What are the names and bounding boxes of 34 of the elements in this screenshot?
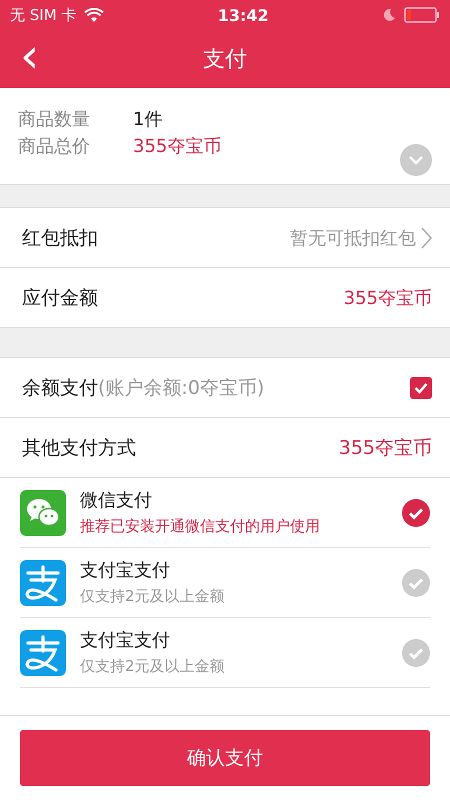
option-note: 仅支持2元及以上金额: [80, 656, 226, 676]
row-value: 暂无可抵扣红包: [290, 226, 416, 250]
balance-label: 余额支付(账户余额:0夺宝币): [22, 376, 264, 400]
status-time: 13:42: [218, 6, 269, 24]
summary-label: 商品总价: [18, 135, 91, 159]
page-title: 支付: [203, 46, 247, 74]
wifi-icon: [84, 8, 104, 22]
payment-option[interactable]: 微信支付 推荐已安装开通微信支付的用户使用: [20, 478, 430, 548]
payment-option[interactable]: 支付宝支付 仅支持2元及以上金额: [20, 618, 430, 688]
confirm-button[interactable]: 确认支付: [20, 730, 430, 786]
payment-app-icon: [20, 560, 66, 606]
option-note: 推荐已安装开通微信支付的用户使用: [80, 516, 321, 536]
checkmark-icon: [414, 382, 428, 394]
summary-value: 355夺宝币: [133, 135, 222, 159]
moon-icon: [382, 8, 396, 22]
payment-app-icon: [20, 630, 66, 676]
row-value: 355夺宝币: [338, 436, 432, 460]
row-value: 355夺宝币: [344, 286, 432, 310]
chevron-right-icon: [420, 226, 432, 250]
carrier-label: 无 SIM 卡: [10, 6, 76, 24]
option-note: 仅支持2元及以上金额: [80, 586, 226, 606]
chat-bubbles-icon: [20, 490, 66, 536]
summary-label: 商品数量: [18, 108, 91, 132]
row-label: 其他支付方式: [22, 436, 136, 460]
row-label: 应付金额: [22, 286, 98, 310]
battery-icon: [404, 7, 440, 23]
balance-checkbox[interactable]: [410, 376, 432, 398]
option-name: 微信支付: [80, 488, 153, 512]
summary-value: 1件: [133, 108, 162, 132]
option-name: 支付宝支付: [80, 558, 171, 582]
back-button[interactable]: ‹: [16, 34, 44, 78]
payment-option[interactable]: 支付宝支付 仅支持2元及以上金额: [20, 548, 430, 618]
row-label: 红包抵扣: [22, 226, 98, 250]
option-name: 支付宝支付: [80, 628, 171, 652]
